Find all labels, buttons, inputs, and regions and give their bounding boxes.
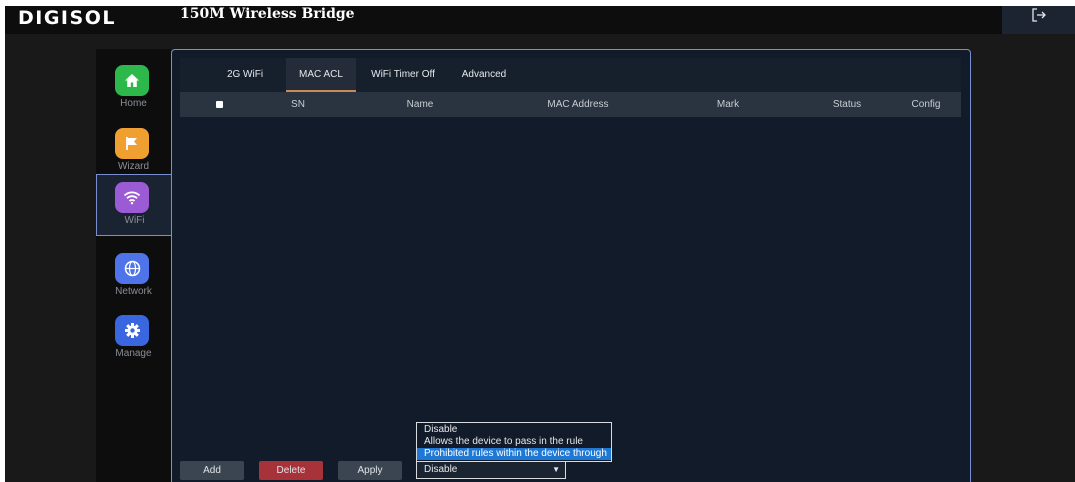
- logout-icon: [1032, 8, 1046, 22]
- delete-button[interactable]: Delete: [259, 461, 323, 480]
- brand-logo: DIGISOL: [18, 7, 116, 29]
- globe-icon: [115, 253, 149, 284]
- tab-bar: 2G WiFi MAC ACL WiFi Timer Off Advanced: [180, 58, 961, 92]
- column-mark: Mark: [716, 99, 740, 110]
- column-config: Config: [911, 99, 941, 110]
- nav-item-wifi[interactable]: WiFi: [96, 174, 172, 236]
- nav-label-manage: Manage: [115, 348, 152, 359]
- home-icon: [115, 65, 149, 96]
- tab-wifi-timer-off[interactable]: WiFi Timer Off: [365, 58, 441, 92]
- rule-select-value: Disable: [424, 464, 458, 475]
- gear-icon: [115, 315, 149, 346]
- column-mac-address: MAC Address: [547, 99, 609, 110]
- select-all-checkbox[interactable]: [216, 101, 223, 108]
- add-button[interactable]: Add: [180, 461, 244, 480]
- nav-item-manage[interactable]: Manage: [96, 306, 171, 368]
- rule-select[interactable]: Disable ▼: [416, 461, 566, 479]
- tab-2g-wifi[interactable]: 2G WiFi: [224, 58, 266, 92]
- column-sn: SN: [291, 99, 305, 110]
- dropdown-option-allow[interactable]: Allows the device to pass in the rule: [417, 436, 611, 448]
- nav-label-wizard: Wizard: [117, 161, 150, 172]
- nav-label-wifi: WiFi: [124, 215, 145, 226]
- app-window: DIGISOL 150M Wireless Bridge Home Wizard: [5, 6, 1075, 482]
- column-name: Name: [406, 99, 434, 110]
- nav-item-home[interactable]: Home: [96, 56, 171, 118]
- nav-label-network: Network: [115, 286, 152, 297]
- chevron-down-icon: ▼: [552, 465, 560, 474]
- logout-button[interactable]: [1002, 6, 1075, 34]
- rule-dropdown-list: Disable Allows the device to pass in the…: [416, 422, 612, 462]
- page-title: 150M Wireless Bridge: [180, 6, 355, 22]
- table-header: SN Name MAC Address Mark Status Config: [180, 92, 961, 117]
- flag-icon: [115, 128, 149, 159]
- dropdown-option-disable[interactable]: Disable: [417, 424, 611, 436]
- nav-label-home: Home: [120, 98, 147, 109]
- dropdown-option-prohibit[interactable]: Prohibited rules within the device throu…: [417, 448, 611, 460]
- wifi-icon: [115, 182, 149, 213]
- nav-item-network[interactable]: Network: [96, 244, 171, 306]
- tab-advanced[interactable]: Advanced: [456, 58, 512, 92]
- apply-button[interactable]: Apply: [338, 461, 402, 480]
- column-status: Status: [832, 99, 862, 110]
- top-bar: DIGISOL 150M Wireless Bridge: [5, 6, 1075, 34]
- nav-item-wizard[interactable]: Wizard: [96, 119, 171, 181]
- tab-mac-acl[interactable]: MAC ACL: [286, 58, 356, 92]
